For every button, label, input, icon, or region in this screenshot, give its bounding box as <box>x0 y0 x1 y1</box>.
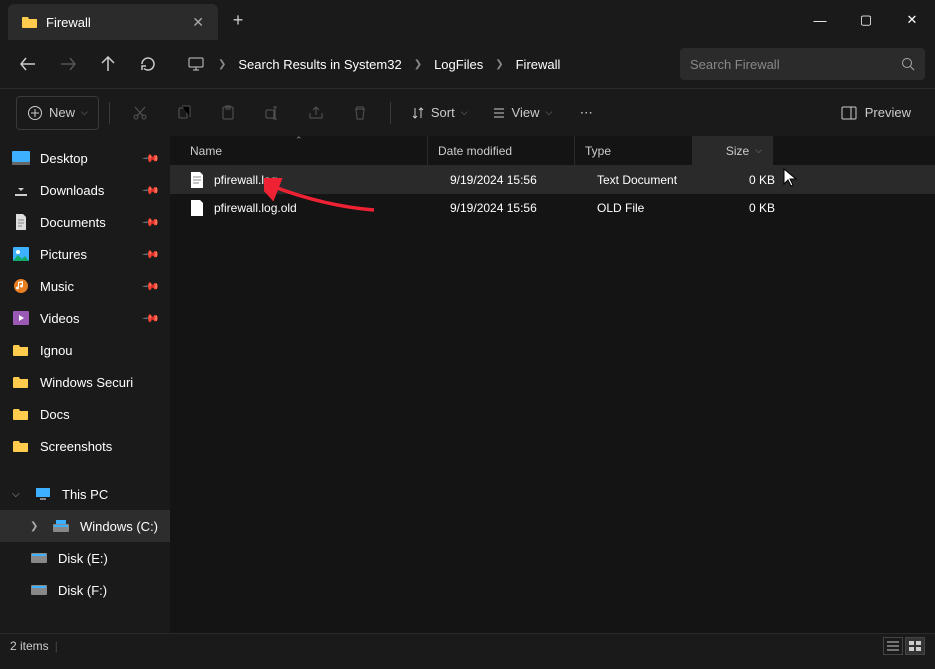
pc-icon <box>34 486 52 502</box>
icons-view-button[interactable] <box>905 637 925 655</box>
sidebar-item-videos[interactable]: Videos📌 <box>0 302 170 334</box>
sidebar-item-ignou[interactable]: Ignou <box>0 334 170 366</box>
file-list: ⌃ Name Date modified Type Size⌵ pfirewal… <box>170 136 935 633</box>
column-headers: ⌃ Name Date modified Type Size⌵ <box>170 136 935 166</box>
drive-icon <box>52 518 70 534</box>
close-window-button[interactable]: ✕ <box>889 0 935 40</box>
title-bar: Firewall ✕ + — ▢ ✕ <box>0 0 935 40</box>
chevron-right-icon: ❯ <box>30 521 42 532</box>
sort-icon <box>411 106 425 120</box>
drive-icon <box>30 582 48 598</box>
col-header-size[interactable]: Size⌵ <box>693 136 773 165</box>
item-count: 2 items <box>10 639 49 653</box>
breadcrumb-seg1[interactable]: Search Results in System32 <box>230 53 409 76</box>
chevron-down-icon: ⌵ <box>81 107 88 118</box>
chevron-down-icon: ⌵ <box>461 107 468 118</box>
file-row[interactable]: pfirewall.log 9/19/2024 15:56 Text Docum… <box>170 166 935 194</box>
preview-icon <box>841 106 857 120</box>
chevron-right-icon: ❯ <box>216 59 228 70</box>
folder-icon <box>12 406 30 422</box>
breadcrumb-seg2[interactable]: LogFiles <box>426 53 491 76</box>
sidebar-item-docs[interactable]: Docs <box>0 398 170 430</box>
col-header-date[interactable]: Date modified <box>428 136 575 165</box>
folder-icon <box>22 15 38 29</box>
sidebar-item-windows-security[interactable]: Windows Securi <box>0 366 170 398</box>
maximize-button[interactable]: ▢ <box>843 0 889 40</box>
share-button[interactable] <box>296 96 336 130</box>
pin-icon: 📌 <box>142 149 161 168</box>
breadcrumb-seg3[interactable]: Firewall <box>508 53 569 76</box>
sidebar-item-screenshots[interactable]: Screenshots <box>0 430 170 462</box>
desktop-icon <box>12 150 30 166</box>
folder-icon <box>12 438 30 454</box>
pin-icon: 📌 <box>142 213 161 232</box>
document-icon <box>12 214 30 230</box>
sidebar-item-documents[interactable]: Documents📌 <box>0 206 170 238</box>
new-tab-button[interactable]: + <box>218 0 258 40</box>
view-button[interactable]: View ⌵ <box>482 96 563 130</box>
sidebar-item-desktop[interactable]: Desktop📌 <box>0 142 170 174</box>
minimize-button[interactable]: — <box>797 0 843 40</box>
details-view-button[interactable] <box>883 637 903 655</box>
status-bar: 2 items | <box>0 633 935 657</box>
chevron-right-icon: ❯ <box>493 59 505 70</box>
copy-button[interactable] <box>164 96 204 130</box>
toolbar: New ⌵ Sort ⌵ View ⌵ ⋯ Preview <box>0 88 935 136</box>
paste-button[interactable] <box>208 96 248 130</box>
pin-icon: 📌 <box>142 277 161 296</box>
sidebar-item-downloads[interactable]: Downloads📌 <box>0 174 170 206</box>
file-row[interactable]: pfirewall.log.old 9/19/2024 15:56 OLD Fi… <box>170 194 935 222</box>
preview-button[interactable]: Preview <box>833 105 919 120</box>
chevron-down-icon: ⌵ <box>545 107 552 118</box>
forward-button[interactable] <box>50 46 86 82</box>
sidebar-item-music[interactable]: Music📌 <box>0 270 170 302</box>
pin-icon: 📌 <box>142 309 161 328</box>
search-icon <box>901 57 915 71</box>
sidebar-item-disk-f[interactable]: Disk (F:) <box>0 574 170 606</box>
file-icon <box>190 200 206 216</box>
address-bar[interactable]: ❯ Search Results in System32 ❯ LogFiles … <box>178 46 668 82</box>
refresh-button[interactable] <box>130 46 166 82</box>
pictures-icon <box>12 246 30 262</box>
window-tab[interactable]: Firewall ✕ <box>8 4 218 40</box>
search-placeholder: Search Firewall <box>690 57 901 72</box>
folder-icon <box>12 342 30 358</box>
drive-icon <box>30 550 48 566</box>
pin-icon: 📌 <box>142 181 161 200</box>
videos-icon <box>12 310 30 326</box>
folder-icon <box>12 374 30 390</box>
monitor-icon <box>178 46 214 82</box>
new-button[interactable]: New ⌵ <box>16 96 99 130</box>
sort-indicator-icon: ⌃ <box>295 135 303 146</box>
up-button[interactable] <box>90 46 126 82</box>
music-icon <box>12 278 30 294</box>
sort-button[interactable]: Sort ⌵ <box>401 96 478 130</box>
list-icon <box>492 106 506 120</box>
col-header-type[interactable]: Type <box>575 136 693 165</box>
sidebar-item-this-pc[interactable]: ⌵This PC <box>0 478 170 510</box>
search-input[interactable]: Search Firewall <box>680 48 925 80</box>
rename-button[interactable] <box>252 96 292 130</box>
close-tab-button[interactable]: ✕ <box>192 14 204 31</box>
chevron-right-icon: ❯ <box>412 59 424 70</box>
tab-title: Firewall <box>46 15 91 30</box>
file-icon <box>190 172 206 188</box>
sidebar-item-disk-e[interactable]: Disk (E:) <box>0 542 170 574</box>
chevron-down-icon: ⌵ <box>12 489 24 500</box>
back-button[interactable] <box>10 46 46 82</box>
sidebar-item-pictures[interactable]: Pictures📌 <box>0 238 170 270</box>
chevron-down-icon: ⌵ <box>755 145 762 156</box>
nav-bar: ❯ Search Results in System32 ❯ LogFiles … <box>0 40 935 88</box>
delete-button[interactable] <box>340 96 380 130</box>
download-icon <box>12 182 30 198</box>
sidebar: Desktop📌 Downloads📌 Documents📌 Pictures📌… <box>0 136 170 633</box>
more-button[interactable]: ⋯ <box>566 96 606 130</box>
plus-circle-icon <box>27 105 43 121</box>
pin-icon: 📌 <box>142 245 161 264</box>
sidebar-item-windows-c[interactable]: ❯Windows (C:) <box>0 510 170 542</box>
cut-button[interactable] <box>120 96 160 130</box>
